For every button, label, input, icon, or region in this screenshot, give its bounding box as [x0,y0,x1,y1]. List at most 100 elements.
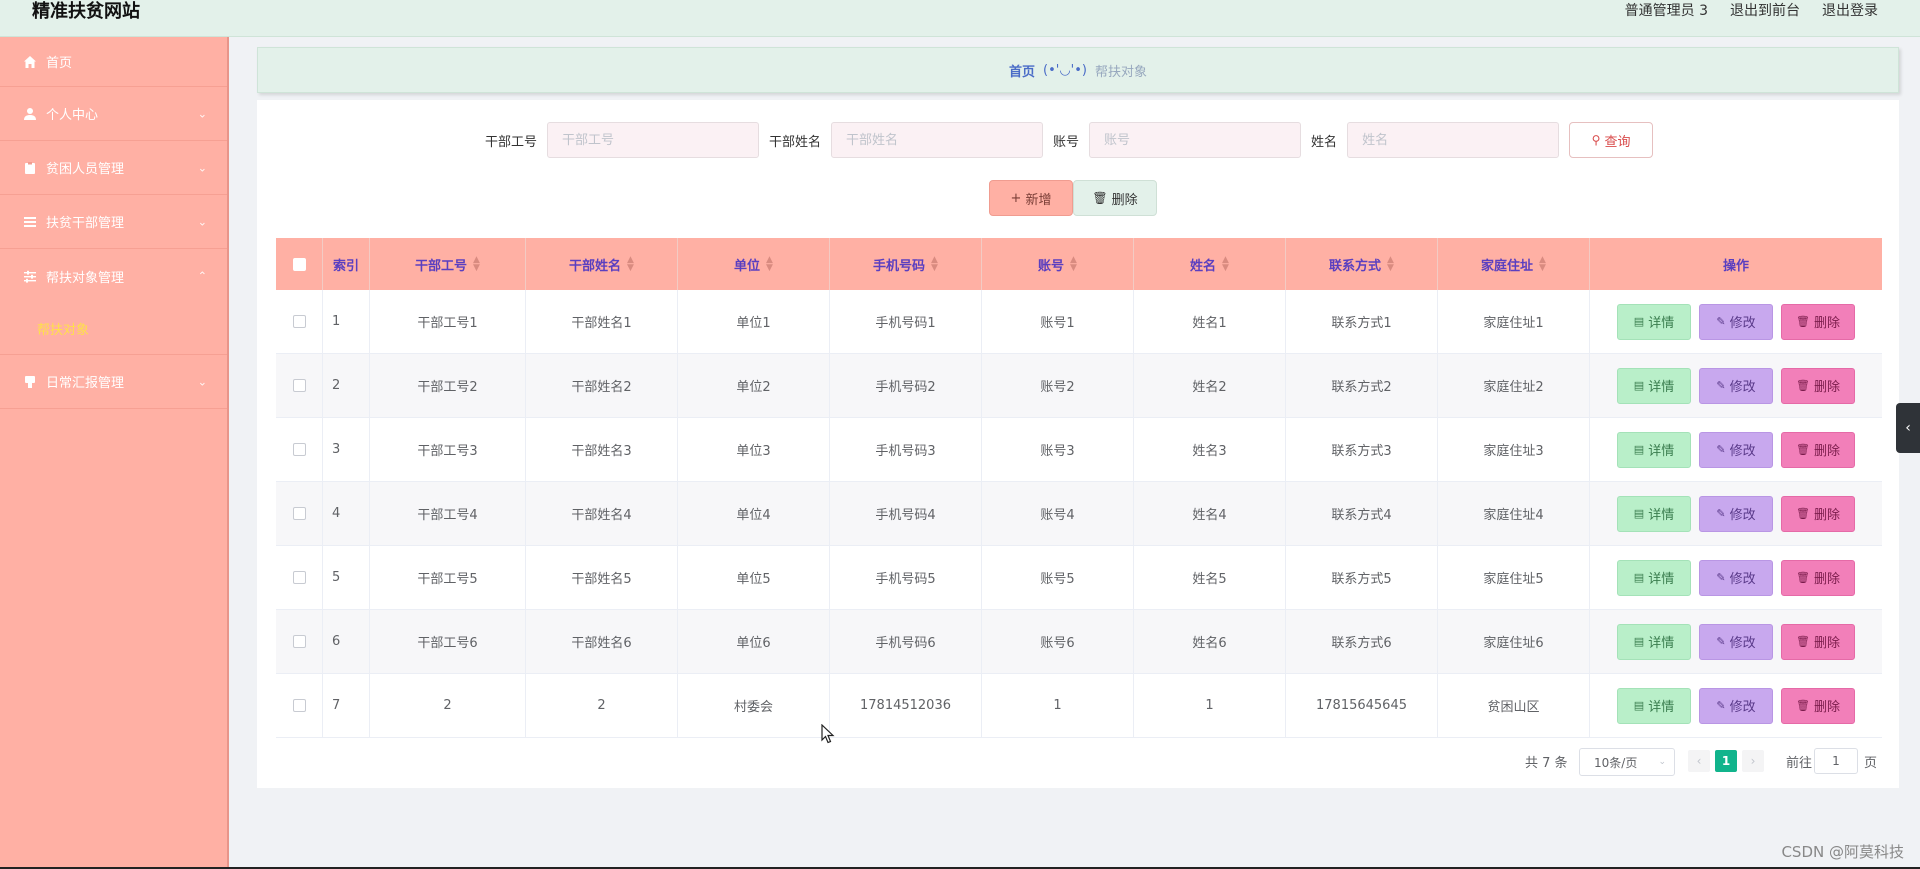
delete-button[interactable]: 🗑 删除 [1781,303,1855,340]
next-page-button[interactable]: › [1742,750,1764,772]
sidebar-item-poor-people[interactable]: 贫困人员管理 ⌄ [0,141,227,195]
sort-icon[interactable]: ▲ ▼ [1222,256,1229,273]
detail-button[interactable]: ▤ 详情 [1617,495,1691,532]
cell-contact: 联系方式6 [1286,610,1438,673]
mouse-cursor-icon [821,724,835,744]
sidebar-item-cadres[interactable]: 扶贫干部管理 ⌄ [0,195,227,249]
cell-name: 1 [1134,674,1286,737]
back-to-frontend-link[interactable]: 退出到前台 [1730,0,1800,20]
column-header-phone[interactable]: 手机号码 ▲ ▼ [830,238,982,290]
detail-button[interactable]: ▤ 详情 [1617,559,1691,596]
cell-index: 6 [323,610,370,673]
sort-icon[interactable]: ▲ ▼ [766,256,773,273]
account-input[interactable] [1089,122,1302,158]
cadre-name-input[interactable] [831,122,1044,158]
cell-unit: 单位1 [678,290,830,353]
pencil-icon: ✎ [1716,635,1726,648]
delete-button[interactable]: 🗑 删除 [1781,559,1855,596]
cell-account: 账号6 [982,610,1134,673]
delete-button-label: 删除 [1813,316,1840,331]
edit-button[interactable]: ✎ 修改 [1699,367,1773,404]
name-input[interactable] [1347,122,1560,158]
edit-button[interactable]: ✎ 修改 [1699,623,1773,660]
cell-address: 家庭住址4 [1438,482,1590,545]
edit-button-label: 修改 [1729,572,1756,587]
row-checkbox[interactable] [292,635,306,648]
column-header-cadre-id[interactable]: 干部工号 ▲ ▼ [370,238,526,290]
row-select-cell [276,290,323,353]
page-number-current[interactable]: 1 [1715,750,1737,772]
clipboard-icon [22,160,38,176]
sort-icon[interactable]: ▲ ▼ [1387,256,1394,273]
delete-button[interactable]: 🗑 删除 [1781,623,1855,660]
cell-contact: 联系方式5 [1286,546,1438,609]
logout-link[interactable]: 退出登录 [1822,0,1878,20]
edit-button-label: 修改 [1729,444,1756,459]
cell-unit: 村委会 [678,674,830,737]
cadre-id-input[interactable] [547,122,760,158]
sidebar-item-personal-center[interactable]: 个人中心 ⌄ [0,87,227,141]
edit-button[interactable]: ✎ 修改 [1699,687,1773,724]
sort-icon[interactable]: ▲ ▼ [627,256,634,273]
detail-button[interactable]: ▤ 详情 [1617,303,1691,340]
chevron-down-icon: ⌄ [197,161,207,174]
top-links: 普通管理员 3 退出到前台 退出登录 [1625,0,1878,20]
edit-button[interactable]: ✎ 修改 [1699,431,1773,468]
sidebar-subitem-beneficiaries[interactable]: 帮扶对象 [0,303,227,355]
row-select-cell [276,482,323,545]
row-checkbox[interactable] [292,571,306,584]
breadcrumb-home[interactable]: 首页 [1009,61,1035,80]
cell-account: 账号1 [982,290,1134,353]
bulk-delete-button[interactable]: 🗑 删除 [1073,180,1157,216]
cell-contact: 联系方式1 [1286,290,1438,353]
detail-button[interactable]: ▤ 详情 [1617,367,1691,404]
edit-button[interactable]: ✎ 修改 [1699,495,1773,532]
page-size-select[interactable]: 10条/页 ⌄ [1579,748,1675,776]
cell-cadre-id: 干部工号2 [370,354,526,417]
table-header: 索引 干部工号 ▲ ▼ 干部姓名 ▲ ▼ 单位 ▲ ▼ 手机号码 ▲ ▼ 账号 ▲ ▼ 姓名 ▲ ▼ 联… [276,238,1882,290]
edit-button-label: 修改 [1729,380,1756,395]
collapse-panel-handle[interactable]: ‹ [1896,403,1920,453]
select-all-checkbox[interactable] [292,257,306,271]
column-header-account[interactable]: 账号 ▲ ▼ [982,238,1134,290]
cell-cadre-name: 干部姓名5 [526,546,678,609]
sort-icon[interactable]: ▲ ▼ [1070,256,1077,273]
row-checkbox[interactable] [292,699,306,712]
detail-button[interactable]: ▤ 详情 [1617,623,1691,660]
delete-button-label: 删除 [1813,700,1840,715]
sort-icon[interactable]: ▲ ▼ [931,256,938,273]
goto-page-input[interactable]: 1 [1814,748,1858,774]
column-header-name[interactable]: 姓名 ▲ ▼ [1134,238,1286,290]
column-header-cadre-name[interactable]: 干部姓名 ▲ ▼ [526,238,678,290]
admin-user-link[interactable]: 普通管理员 3 [1625,0,1708,20]
add-button[interactable]: + 新增 [989,180,1073,216]
sort-icon[interactable]: ▲ ▼ [473,256,480,273]
trash-icon: 🗑 [1796,571,1810,584]
sidebar-item-home[interactable]: 首页 [0,37,227,87]
row-checkbox[interactable] [292,507,306,520]
detail-button[interactable]: ▤ 详情 [1617,687,1691,724]
prev-page-button[interactable]: ‹ [1688,750,1710,772]
detail-button[interactable]: ▤ 详情 [1617,431,1691,468]
sidebar-item-daily-report[interactable]: 日常汇报管理 ⌄ [0,355,227,409]
delete-button[interactable]: 🗑 删除 [1781,687,1855,724]
sort-icon[interactable]: ▲ ▼ [1539,256,1546,273]
delete-button[interactable]: 🗑 删除 [1781,367,1855,404]
edit-button[interactable]: ✎ 修改 [1699,559,1773,596]
column-header-unit[interactable]: 单位 ▲ ▼ [678,238,830,290]
row-actions: ▤ 详情 ✎ 修改 🗑 删除 [1590,546,1882,609]
row-checkbox[interactable] [292,443,306,456]
cell-cadre-id: 干部工号4 [370,482,526,545]
chevron-down-icon: ⌄ [197,215,207,228]
delete-button[interactable]: 🗑 删除 [1781,431,1855,468]
column-header-contact[interactable]: 联系方式 ▲ ▼ [1286,238,1438,290]
document-icon: ▤ [1633,443,1645,456]
row-checkbox[interactable] [292,315,306,328]
delete-button[interactable]: 🗑 删除 [1781,495,1855,532]
cell-unit: 单位5 [678,546,830,609]
sidebar-item-beneficiaries[interactable]: 帮扶对象管理 ⌃ [0,249,227,303]
column-header-address[interactable]: 家庭住址 ▲ ▼ [1438,238,1590,290]
query-button[interactable]: ⚲ 查询 [1569,122,1654,158]
row-checkbox[interactable] [292,379,306,392]
edit-button[interactable]: ✎ 修改 [1699,303,1773,340]
